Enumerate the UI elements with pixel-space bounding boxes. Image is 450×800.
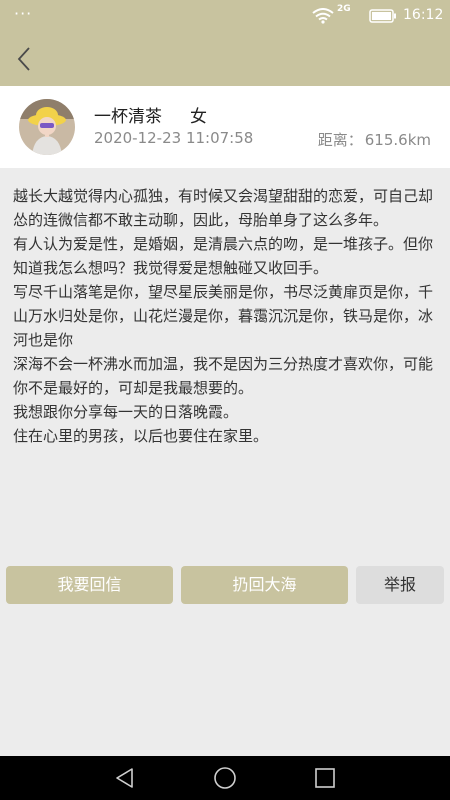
sender-gender: 女	[190, 107, 207, 127]
wifi-icon	[312, 8, 334, 24]
home-circle-icon[interactable]	[213, 766, 237, 790]
letter-paragraph: 住在心里的男孩，以后也要住在家里。	[13, 427, 269, 445]
notification-dots: ···	[14, 4, 33, 23]
letter-paragraph: 我想跟你分享每一天的日落晚霞。	[13, 403, 239, 421]
send-datetime: 2020-12-23 11:07:58	[94, 129, 254, 147]
letter-paragraph: 写尽千山落笔是你，望尽星辰美丽是你，书尽泛黄扉页是你，千山万水归处是你，山花烂漫…	[13, 283, 434, 349]
letter-body: 越长大越觉得内心孤独，有时候又会渴望甜甜的恋爱，可自己却怂的连微信都不敢主动聊，…	[13, 184, 437, 448]
clock: 16:12	[403, 7, 444, 23]
action-bar: 我要回信 扔回大海 举报	[0, 566, 450, 606]
distance: 距离： 615.6km	[318, 129, 431, 150]
avatar[interactable]	[19, 99, 75, 155]
status-bar: ··· 2G 16:12	[0, 0, 450, 32]
recents-square-icon[interactable]	[313, 766, 337, 790]
system-navigation-bar	[0, 756, 450, 800]
network-type-label: 2G	[337, 4, 351, 14]
sender-name: 一杯清茶	[94, 107, 162, 127]
reply-button[interactable]: 我要回信	[6, 566, 173, 604]
distance-value: 615.6km	[364, 131, 431, 149]
letter-paragraph: 越长大越觉得内心孤独，有时候又会渴望甜甜的恋爱，可自己却怂的连微信都不敢主动聊，…	[13, 187, 434, 229]
report-button[interactable]: 举报	[356, 566, 444, 604]
distance-label: 距离：	[317, 131, 363, 149]
battery-icon	[369, 9, 396, 23]
letter-paragraph: 有人认为爱是性，是婚姻，是清晨六点的吻，是一堆孩子。但你知道我怎么想吗？我觉得爱…	[13, 235, 434, 277]
back-chevron-icon[interactable]	[12, 44, 40, 74]
throw-back-button[interactable]: 扔回大海	[181, 566, 348, 604]
top-nav-bar	[0, 32, 450, 86]
sender-profile-card: 一杯清茶 女 2020-12-23 11:07:58 距离： 615.6km	[0, 86, 450, 168]
letter-paragraph: 深海不会一杯沸水而加温，我不是因为三分热度才喜欢你，可能你不是最好的，可却是我最…	[13, 355, 434, 397]
back-triangle-icon[interactable]	[113, 766, 137, 790]
